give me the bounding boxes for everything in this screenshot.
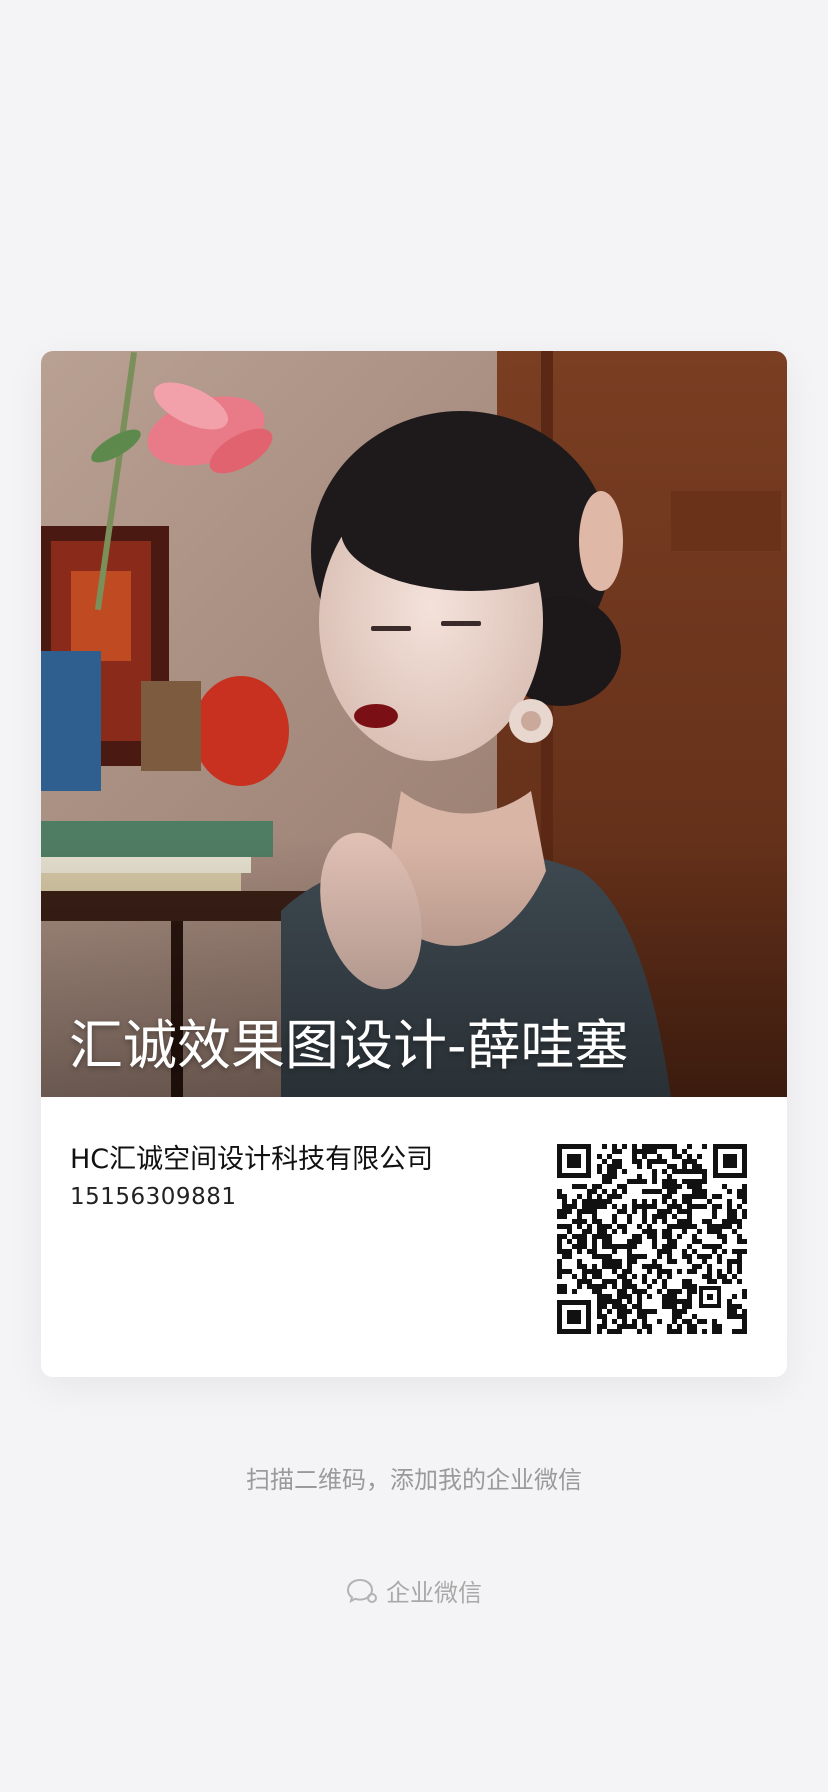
phone-number[interactable]: 15156309881: [70, 1184, 236, 1210]
display-name: 汇诚效果图设计-薛哇塞: [69, 1014, 629, 1077]
company-name: HC汇诚空间设计科技有限公司: [70, 1144, 434, 1175]
scan-hint: 扫描二维码，添加我的企业微信: [246, 1466, 582, 1494]
business-card: 汇诚效果图设计-薛哇塞 HC汇诚空间设计科技有限公司 15156309881: [41, 351, 787, 1377]
wecom-brand: 企业微信: [0, 1573, 828, 1608]
profile-photo: 汇诚效果图设计-薛哇塞: [41, 351, 787, 1097]
wecom-chat-icon: [346, 1578, 377, 1603]
brand-name: 企业微信: [386, 1579, 482, 1607]
qr-code-icon[interactable]: [557, 1144, 747, 1334]
